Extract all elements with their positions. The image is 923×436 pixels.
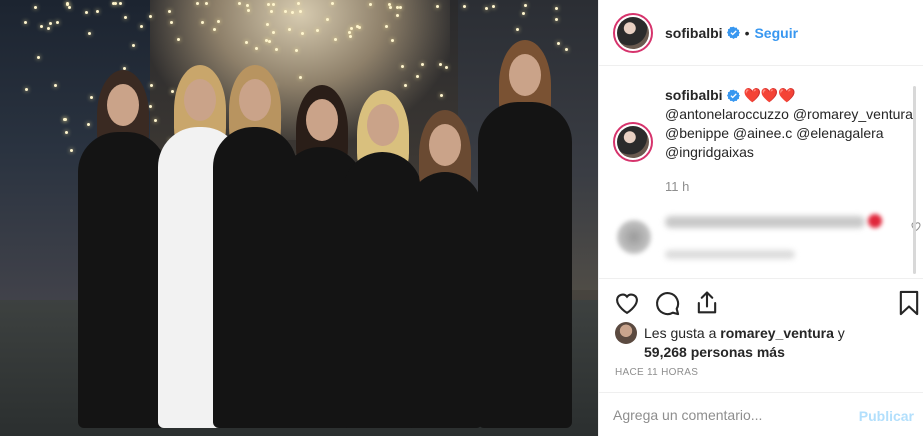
likes-count[interactable]: 59,268 personas más xyxy=(644,344,785,360)
string-light xyxy=(301,31,305,35)
string-light xyxy=(132,43,136,47)
string-light xyxy=(484,6,488,10)
liker-avatar[interactable] xyxy=(615,322,637,344)
string-light xyxy=(67,5,71,9)
caption-hearts: ❤️❤️❤️ xyxy=(743,87,796,103)
string-light xyxy=(269,10,273,14)
person-head xyxy=(429,124,461,166)
add-comment-bar: Publicar xyxy=(599,392,923,436)
avatar[interactable] xyxy=(613,12,653,53)
caption-text: sofibalbi ❤️❤️❤️ @antonelaroccuzzo @roma… xyxy=(665,86,913,162)
string-light xyxy=(55,20,59,24)
blurred-comment xyxy=(613,206,921,276)
string-light xyxy=(287,27,291,31)
action-bar xyxy=(599,278,923,326)
caption-avatar[interactable] xyxy=(613,122,653,162)
person-head xyxy=(106,84,139,126)
bookmark-icon[interactable] xyxy=(895,289,923,317)
string-light xyxy=(64,130,68,134)
person-head xyxy=(184,79,216,121)
caption-time: 11 h xyxy=(665,179,690,194)
string-light xyxy=(96,9,100,13)
string-light xyxy=(266,2,270,6)
string-light xyxy=(87,31,91,35)
post-timestamp[interactable]: HACE 11 HORAS xyxy=(615,367,698,378)
string-light xyxy=(24,87,28,91)
person-head xyxy=(366,104,399,146)
string-light xyxy=(462,4,466,8)
person-body xyxy=(408,172,482,428)
string-light xyxy=(36,56,40,60)
caption-mentions[interactable]: @antonelaroccuzzo @romarey_ventura @beni… xyxy=(665,106,913,160)
string-light xyxy=(333,37,337,41)
share-icon[interactable] xyxy=(693,289,721,317)
follow-button[interactable]: Seguir xyxy=(754,25,798,41)
string-light xyxy=(33,5,37,9)
string-light xyxy=(315,28,319,32)
likes-prefix: Les gusta a xyxy=(644,325,717,341)
comments-scrollbar[interactable] xyxy=(913,86,916,274)
string-light xyxy=(388,5,392,9)
post-details-panel: sofibalbi • Seguir sofibalbi ❤️❤️❤️ @ant… xyxy=(598,0,923,436)
string-light xyxy=(298,76,302,80)
caption-username[interactable]: sofibalbi xyxy=(665,87,723,103)
string-light xyxy=(554,17,558,21)
string-light xyxy=(212,28,216,32)
post-photo[interactable] xyxy=(0,0,598,436)
string-light xyxy=(294,49,298,53)
string-light xyxy=(176,37,180,41)
string-light xyxy=(245,3,249,7)
caption: sofibalbi ❤️❤️❤️ @antonelaroccuzzo @roma… xyxy=(613,86,913,194)
string-light xyxy=(436,4,440,8)
string-light xyxy=(444,65,448,69)
likes-text: Les gusta a romarey_ventura y 59,268 per… xyxy=(644,324,845,362)
string-light xyxy=(39,24,43,28)
string-light xyxy=(404,83,408,87)
separator-dot: • xyxy=(744,24,750,41)
verified-badge-icon xyxy=(726,26,740,39)
string-light xyxy=(524,3,528,7)
header-username[interactable]: sofibalbi xyxy=(665,25,723,41)
post-header: sofibalbi • Seguir xyxy=(599,0,923,66)
person-body xyxy=(478,102,572,428)
string-light xyxy=(415,75,419,79)
person-head xyxy=(306,99,338,141)
publish-button[interactable]: Publicar xyxy=(859,408,914,424)
verified-badge-icon xyxy=(726,89,740,102)
heart-icon[interactable] xyxy=(613,289,641,317)
person-body xyxy=(78,132,167,428)
likes-conj: y xyxy=(837,325,845,341)
person-head xyxy=(509,54,541,96)
comment-input[interactable] xyxy=(613,407,843,423)
string-light xyxy=(348,35,352,38)
likes-summary: Les gusta a romarey_ventura y 59,268 per… xyxy=(613,322,913,362)
string-light xyxy=(330,2,334,6)
string-light xyxy=(84,10,88,14)
comment-like-icon[interactable] xyxy=(910,220,922,232)
person-head xyxy=(239,79,271,121)
string-light xyxy=(153,119,157,123)
comment-icon[interactable] xyxy=(653,289,681,317)
liker-username[interactable]: romarey_ventura xyxy=(720,325,834,341)
string-light xyxy=(564,48,568,52)
